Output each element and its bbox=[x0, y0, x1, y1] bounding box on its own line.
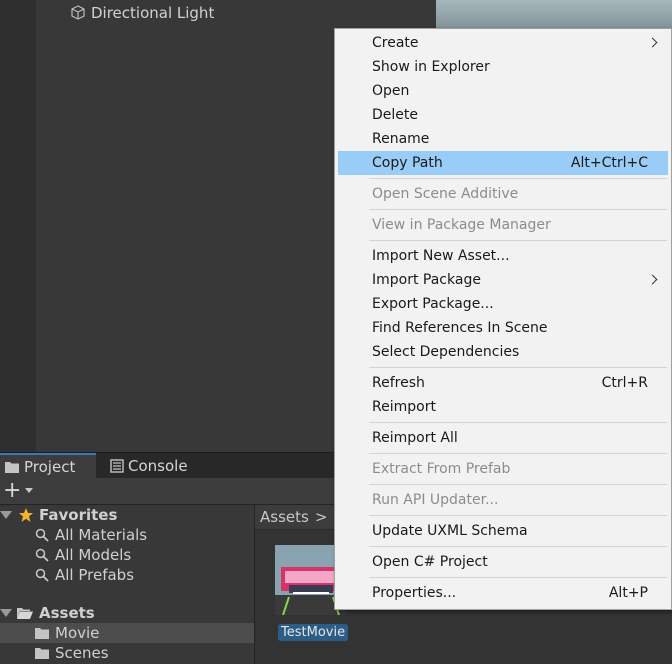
menu-separator bbox=[369, 453, 667, 454]
menu-separator bbox=[369, 484, 667, 485]
tree-item-all-models[interactable]: All Models bbox=[0, 545, 254, 565]
tree-item-label: Movie bbox=[55, 624, 100, 642]
menu-item-label: Update UXML Schema bbox=[372, 523, 528, 539]
menu-item-copy-path[interactable]: Copy Path Alt+Ctrl+C bbox=[338, 151, 668, 175]
menu-item-find-references[interactable]: Find References In Scene bbox=[338, 316, 668, 340]
menu-separator bbox=[369, 577, 667, 578]
chevron-down-icon bbox=[25, 488, 34, 493]
menu-item-label: Open bbox=[372, 83, 410, 99]
tree-item-label: All Materials bbox=[55, 526, 148, 544]
tab-console-label: Console bbox=[128, 457, 188, 475]
menu-item-extract-from-prefab[interactable]: Extract From Prefab bbox=[338, 457, 668, 481]
menu-item-label: Properties... bbox=[372, 585, 457, 601]
menu-item-label: Rename bbox=[372, 131, 430, 147]
menu-separator bbox=[369, 367, 667, 368]
tree-item-label: Scenes bbox=[55, 644, 109, 662]
menu-item-shortcut: Ctrl+R bbox=[601, 375, 648, 391]
menu-item-properties[interactable]: Properties... Alt+P bbox=[338, 581, 668, 605]
tab-project[interactable]: Project bbox=[0, 453, 96, 479]
menu-item-label: Find References In Scene bbox=[372, 320, 548, 336]
menu-item-rename[interactable]: Rename bbox=[338, 127, 668, 151]
tree-assets-label: Assets bbox=[39, 604, 95, 622]
tree-item-all-prefabs[interactable]: All Prefabs bbox=[0, 565, 254, 585]
menu-item-refresh[interactable]: Refresh Ctrl+R bbox=[338, 371, 668, 395]
submenu-arrow-icon bbox=[647, 274, 658, 285]
tab-project-label: Project bbox=[24, 458, 76, 476]
menu-item-delete[interactable]: Delete bbox=[338, 103, 668, 127]
menu-item-export-package[interactable]: Export Package... bbox=[338, 292, 668, 316]
menu-separator bbox=[369, 546, 667, 547]
menu-separator bbox=[369, 178, 667, 179]
submenu-arrow-icon bbox=[647, 37, 658, 48]
menu-item-create[interactable]: Create bbox=[338, 31, 668, 55]
menu-item-label: Open C# Project bbox=[372, 554, 488, 570]
menu-item-import-package[interactable]: Import Package bbox=[338, 268, 668, 292]
project-tree: Favorites All Materials All Models All P… bbox=[0, 505, 255, 664]
hierarchy-gutter bbox=[0, 0, 36, 452]
search-icon bbox=[35, 548, 49, 562]
folder-open-icon bbox=[17, 608, 33, 619]
tree-item-all-materials[interactable]: All Materials bbox=[0, 525, 254, 545]
menu-item-label: Run API Updater... bbox=[372, 492, 499, 508]
tree-item-movie[interactable]: Movie bbox=[0, 623, 254, 643]
menu-item-label: Create bbox=[372, 35, 419, 51]
console-icon bbox=[110, 459, 124, 473]
folder-icon bbox=[35, 648, 49, 659]
breadcrumb-assets[interactable]: Assets bbox=[260, 508, 309, 526]
menu-item-label: Extract From Prefab bbox=[372, 461, 511, 477]
menu-item-run-api-updater[interactable]: Run API Updater... bbox=[338, 488, 668, 512]
gameobject-icon bbox=[71, 5, 85, 20]
folder-icon bbox=[5, 462, 19, 473]
menu-item-shortcut: Alt+P bbox=[608, 585, 648, 601]
expand-arrow-icon[interactable] bbox=[0, 609, 12, 617]
menu-item-label: Delete bbox=[372, 107, 418, 123]
expand-arrow-icon[interactable] bbox=[0, 511, 12, 519]
menu-item-label: Copy Path bbox=[372, 155, 443, 171]
hierarchy-item-label: Directional Light bbox=[91, 4, 215, 22]
tree-item-scenes[interactable]: Scenes bbox=[0, 643, 254, 663]
menu-item-open[interactable]: Open bbox=[338, 79, 668, 103]
tree-item-label: All Prefabs bbox=[55, 566, 135, 584]
menu-item-label: Reimport All bbox=[372, 430, 458, 446]
add-button[interactable]: + bbox=[3, 478, 37, 503]
context-menu: Create Show in Explorer Open Delete Rena… bbox=[334, 28, 672, 610]
tab-console[interactable]: Console bbox=[106, 453, 188, 479]
menu-item-select-dependencies[interactable]: Select Dependencies bbox=[338, 340, 668, 364]
menu-separator bbox=[369, 209, 667, 210]
menu-item-show-in-explorer[interactable]: Show in Explorer bbox=[338, 55, 668, 79]
menu-item-reimport-all[interactable]: Reimport All bbox=[338, 426, 668, 450]
breadcrumb-separator: > bbox=[314, 508, 328, 526]
tree-item-label: All Models bbox=[55, 546, 132, 564]
menu-item-label: Import Package bbox=[372, 272, 481, 288]
menu-separator bbox=[369, 240, 667, 241]
menu-item-label: View in Package Manager bbox=[372, 217, 551, 233]
search-icon bbox=[35, 568, 49, 582]
menu-item-label: Show in Explorer bbox=[372, 59, 490, 75]
search-icon bbox=[35, 528, 49, 542]
menu-item-label: Refresh bbox=[372, 375, 425, 391]
menu-item-open-scene-additive[interactable]: Open Scene Additive bbox=[338, 182, 668, 206]
menu-item-import-new-asset[interactable]: Import New Asset... bbox=[338, 244, 668, 268]
scene-view-strip bbox=[436, 0, 672, 30]
menu-item-label: Import New Asset... bbox=[372, 248, 510, 264]
menu-item-open-csharp-project[interactable]: Open C# Project bbox=[338, 550, 668, 574]
menu-item-label: Open Scene Additive bbox=[372, 186, 519, 202]
tree-favorites[interactable]: Favorites bbox=[0, 505, 254, 525]
hierarchy-item-directional-light[interactable]: Directional Light bbox=[70, 3, 214, 23]
menu-item-update-uxml-schema[interactable]: Update UXML Schema bbox=[338, 519, 668, 543]
menu-item-reimport[interactable]: Reimport bbox=[338, 395, 668, 419]
tree-favorites-label: Favorites bbox=[39, 506, 118, 524]
menu-item-label: Select Dependencies bbox=[372, 344, 520, 360]
menu-item-label: Export Package... bbox=[372, 296, 494, 312]
star-icon bbox=[19, 508, 33, 522]
menu-separator bbox=[369, 515, 667, 516]
asset-label[interactable]: TestMovie bbox=[278, 624, 349, 641]
plus-icon: + bbox=[3, 478, 22, 503]
folder-icon bbox=[35, 628, 49, 639]
menu-separator bbox=[369, 422, 667, 423]
menu-item-view-in-package-manager[interactable]: View in Package Manager bbox=[338, 213, 668, 237]
tree-assets[interactable]: Assets bbox=[0, 603, 254, 623]
menu-item-label: Reimport bbox=[372, 399, 436, 415]
menu-item-shortcut: Alt+Ctrl+C bbox=[570, 155, 648, 171]
